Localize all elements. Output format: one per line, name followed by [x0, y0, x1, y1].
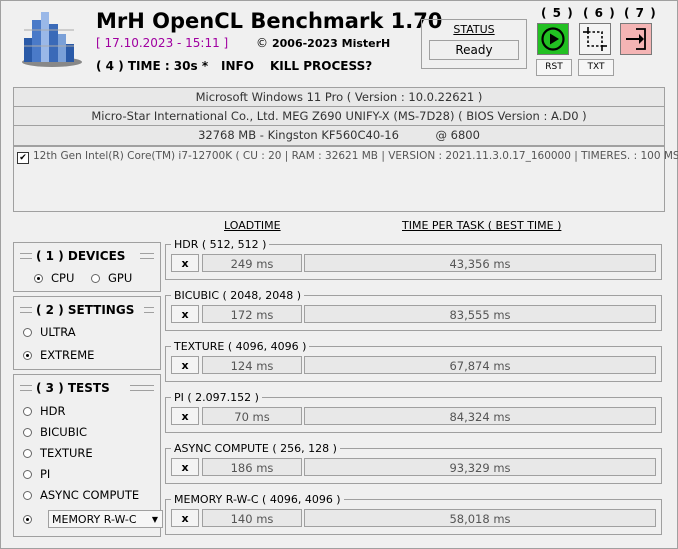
test-hdr-option[interactable]: HDR — [23, 404, 66, 418]
radio-icon — [23, 327, 32, 337]
device-gpu-label: GPU — [108, 271, 133, 285]
test-group-memory: MEMORY R-W-C ( 4096, 4096 ) x 140 ms 58,… — [165, 493, 662, 535]
settings-panel: ( 2 ) SETTINGS ULTRA EXTREME — [13, 296, 161, 370]
device-gpu-option[interactable]: GPU — [91, 271, 132, 285]
memory-info: 32768 MB - Kingston KF560C40-16 @ 6800 — [13, 125, 665, 146]
radio-icon — [91, 273, 100, 283]
exit-icon — [626, 28, 646, 50]
settings-panel-title: ( 2 ) SETTINGS — [36, 303, 135, 317]
devices-panel-title: ( 1 ) DEVICES — [36, 249, 126, 263]
test-bicubic-option[interactable]: BICUBIC — [23, 425, 87, 439]
test-memory-option[interactable]: MEMORY R-W-C ▼ — [23, 510, 163, 528]
setting-extreme-option[interactable]: EXTREME — [23, 348, 94, 362]
test-loadtime: 70 ms — [202, 407, 302, 425]
test-tasktime: 58,018 ms — [304, 509, 656, 527]
radio-icon — [34, 273, 43, 283]
run-button[interactable] — [537, 23, 569, 55]
play-icon — [541, 27, 565, 51]
screenshot-button[interactable] — [579, 23, 611, 55]
loadtime-header: LOADTIME — [224, 219, 281, 232]
device-cpu-label: CPU — [51, 271, 75, 285]
test-tasktime: 43,356 ms — [304, 254, 656, 272]
run-date: [ 17.10.2023 - 15:11 ] — [96, 36, 229, 50]
test-tasktime: 93,329 ms — [304, 458, 656, 476]
setting-ultra-option[interactable]: ULTRA — [23, 325, 76, 339]
tasktime-header: TIME PER TASK ( BEST TIME ) — [402, 219, 562, 232]
test-select-value: MEMORY R-W-C — [52, 513, 137, 526]
test-group-pi: PI ( 2.097.152 ) x 70 ms 84,324 ms — [165, 391, 662, 433]
test-title: TEXTURE ( 4096, 4096 ) — [171, 340, 310, 353]
test-loadtime: 186 ms — [202, 458, 302, 476]
radio-icon — [23, 406, 32, 416]
os-info: Microsoft Windows 11 Pro ( Version : 10.… — [13, 87, 665, 108]
radio-icon — [23, 350, 32, 360]
status-box: STATUS Ready — [421, 19, 527, 69]
test-group-bicubic: BICUBIC ( 2048, 2048 ) x 172 ms 83,555 m… — [165, 289, 662, 331]
test-title: HDR ( 512, 512 ) — [171, 238, 270, 251]
text-export-button[interactable]: TXT — [578, 59, 614, 76]
test-texture-label: TEXTURE — [40, 446, 93, 460]
test-hdr-label: HDR — [40, 404, 66, 418]
test-toggle-button[interactable]: x — [171, 305, 199, 323]
status-value: Ready — [429, 40, 519, 60]
tests-panel: ( 3 ) TESTS HDR BICUBIC TEXTURE PI ASYNC… — [13, 374, 163, 537]
setting-ultra-label: ULTRA — [40, 325, 76, 339]
shortcut-5-number: ( 5 ) — [541, 6, 574, 20]
test-title: ASYNC COMPUTE ( 256, 128 ) — [171, 442, 340, 455]
app-logo — [18, 10, 82, 68]
test-toggle-button[interactable]: x — [171, 509, 199, 527]
test-tasktime: 83,555 ms — [304, 305, 656, 323]
test-texture-option[interactable]: TEXTURE — [23, 446, 93, 460]
test-loadtime: 249 ms — [202, 254, 302, 272]
info-button[interactable]: INFO — [221, 59, 254, 73]
test-select-dropdown[interactable]: MEMORY R-W-C ▼ — [48, 510, 163, 528]
test-toggle-button[interactable]: x — [171, 254, 199, 272]
test-toggle-button[interactable]: x — [171, 407, 199, 425]
chevron-down-icon: ▼ — [151, 515, 158, 524]
reset-button[interactable]: RST — [536, 59, 572, 76]
tests-panel-title: ( 3 ) TESTS — [36, 381, 110, 395]
devices-panel: ( 1 ) DEVICES CPU GPU — [13, 242, 161, 292]
test-loadtime: 140 ms — [202, 509, 302, 527]
status-title: STATUS — [453, 23, 495, 36]
test-tasktime: 67,874 ms — [304, 356, 656, 374]
test-toggle-button[interactable]: x — [171, 356, 199, 374]
radio-icon — [23, 427, 32, 437]
test-title: PI ( 2.097.152 ) — [171, 391, 262, 404]
device-list[interactable]: ✔ 12th Gen Intel(R) Core(TM) i7-12700K (… — [13, 146, 678, 212]
radio-icon — [23, 469, 32, 479]
app-title: MrH OpenCL Benchmark 1.70 — [96, 9, 443, 33]
setting-extreme-label: EXTREME — [40, 348, 95, 362]
test-pi-option[interactable]: PI — [23, 467, 50, 481]
crop-icon — [583, 27, 607, 51]
device-info: 12th Gen Intel(R) Core(TM) i7-12700K ( C… — [33, 150, 678, 162]
motherboard-info: Micro-Star International Co., Ltd. MEG Z… — [13, 106, 665, 127]
test-group-texture: TEXTURE ( 4096, 4096 ) x 124 ms 67,874 m… — [165, 340, 662, 382]
time-setting[interactable]: ( 4 ) TIME : 30s * — [96, 59, 208, 73]
test-loadtime: 124 ms — [202, 356, 302, 374]
copyright-text: 2006-2023 MisterH — [272, 37, 391, 50]
test-tasktime: 84,324 ms — [304, 407, 656, 425]
test-async-option[interactable]: ASYNC COMPUTE — [23, 488, 139, 502]
test-group-async: ASYNC COMPUTE ( 256, 128 ) x 186 ms 93,3… — [165, 442, 662, 484]
device-checkbox[interactable]: ✔ — [17, 152, 29, 164]
radio-icon — [23, 490, 32, 500]
device-cpu-option[interactable]: CPU — [34, 271, 74, 285]
radio-icon — [23, 448, 32, 458]
test-pi-label: PI — [40, 467, 51, 481]
radio-icon — [23, 514, 32, 524]
shortcut-7-number: ( 7 ) — [624, 6, 657, 20]
copyright-icon: © — [256, 36, 268, 50]
test-group-hdr: HDR ( 512, 512 ) x 249 ms 43,356 ms — [165, 238, 662, 280]
exit-button[interactable] — [620, 23, 652, 55]
test-title: BICUBIC ( 2048, 2048 ) — [171, 289, 305, 302]
test-title: MEMORY R-W-C ( 4096, 4096 ) — [171, 493, 344, 506]
test-loadtime: 172 ms — [202, 305, 302, 323]
test-async-label: ASYNC COMPUTE — [40, 488, 140, 502]
kill-process-button[interactable]: KILL PROCESS? — [270, 59, 372, 73]
shortcut-6-number: ( 6 ) — [583, 6, 616, 20]
test-bicubic-label: BICUBIC — [40, 425, 88, 439]
test-toggle-button[interactable]: x — [171, 458, 199, 476]
